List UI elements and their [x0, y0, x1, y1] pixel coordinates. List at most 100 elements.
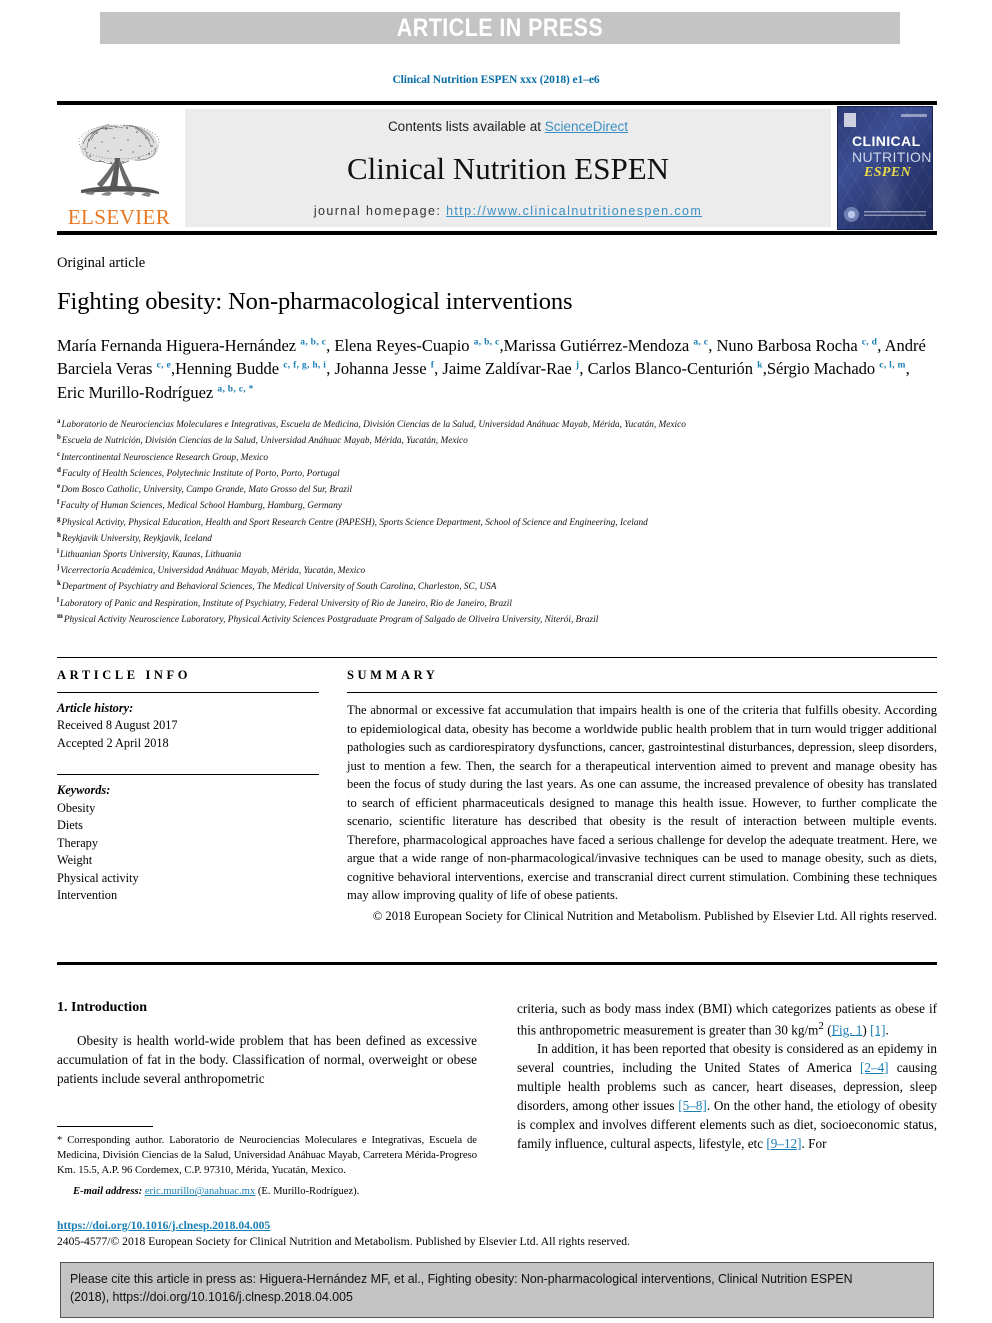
affiliation-text: Vicerrectoría Académica, Universidad Aná… [60, 566, 366, 577]
keyword-item: Physical activity [57, 870, 139, 885]
article-in-press-label: ARTICLE IN PRESS [396, 13, 604, 42]
author-affiliation-marks: a, b, c [300, 337, 327, 348]
affiliation-marker: a [57, 417, 61, 426]
affiliation-marker: j [57, 563, 60, 572]
reference-link-5-8[interactable]: [5–8] [678, 1098, 707, 1113]
contents-lists-prefix: Contents lists available at [387, 119, 545, 134]
affiliation-marker: k [57, 579, 61, 588]
reference-link-2-4[interactable]: [2–4] [860, 1060, 889, 1075]
intro-right-text-d: . [885, 1022, 889, 1038]
keywords-label: Keywords: [57, 783, 111, 798]
article-type-label: Original article [57, 255, 146, 271]
affiliation-item: jVicerrectoría Académica, Universidad An… [57, 562, 937, 578]
intro-paragraph-right-2: In addition, it has been reported that o… [517, 1040, 937, 1153]
intro-paragraph-left: Obesity is health world-wide problem tha… [57, 1033, 477, 1086]
affiliation-item: fFaculty of Human Sciences, Medical Scho… [57, 497, 937, 513]
cite-line-1: Please cite this article in press as: Hi… [70, 1271, 853, 1286]
intro-paragraph-right-1: criteria, such as body mass index (BMI) … [517, 1000, 937, 1040]
keyword-item: Diets [57, 818, 83, 833]
footnote-star-marker: * [57, 1135, 63, 1146]
affiliation-text: Intercontinental Neuroscience Research G… [61, 452, 269, 463]
figure-1-link[interactable]: Fig. 1 [832, 1022, 863, 1037]
article-header: Original article Fighting obesity: Non-p… [57, 255, 937, 629]
author-name: Elena Reyes-Cuapio [334, 336, 474, 355]
footnote-text: * Corresponding author. Laboratorio de N… [57, 1134, 477, 1178]
cover-badge-icon [844, 113, 856, 127]
article-in-press-banner: ARTICLE IN PRESS [100, 12, 900, 44]
author-affiliation-marks: a, b, c, * [217, 384, 254, 395]
footnote-address: Corresponding author. Laboratorio de Neu… [57, 1135, 477, 1176]
article-history-label: Article history: [57, 701, 134, 715]
author-name: Sérgio Machado [766, 359, 880, 379]
article-info-heading: ARTICLE INFO [57, 668, 192, 682]
author-affiliation-marks: a, b, c [473, 337, 500, 348]
affiliation-text: Faculty of Human Sciences, Medical Schoo… [60, 501, 342, 512]
reference-link-1[interactable]: [1] [870, 1022, 885, 1037]
masthead-center-panel: Contents lists available at ScienceDirec… [185, 109, 831, 227]
contents-lists-line: Contents lists available at ScienceDirec… [388, 119, 628, 134]
affiliation-text: Department of Psychiatry and Behavioral … [61, 582, 497, 593]
keyword-item: Obesity [57, 800, 96, 815]
affiliation-marker: h [57, 530, 61, 539]
author-affiliation-marks: a, c [693, 337, 709, 348]
affiliation-item: eDom Bosco Catholic, University, Campo G… [57, 481, 937, 497]
journal-masthead: ELSEVIER Contents lists available at Sci… [57, 101, 937, 235]
author-name: María Fernanda Higuera-Hernández [57, 336, 301, 355]
affiliation-text: Physical Activity Neuroscience Laborator… [63, 614, 599, 625]
author-affiliation-marks: c, f, g, h, i [283, 360, 327, 371]
cover-title-line1: CLINICAL [852, 133, 921, 149]
author-name: Johanna Jesse [334, 359, 431, 379]
affiliation-marker: e [57, 482, 61, 491]
journal-homepage-link[interactable]: http://www.clinicalnutritionespen.com [446, 204, 702, 218]
author-separator: , [905, 359, 910, 379]
author-affiliation-marks: c, e [156, 360, 171, 371]
body-right-column: criteria, such as body mass index (BMI) … [517, 1000, 937, 1153]
affiliation-text: Dom Bosco Catholic, University, Campo Gr… [61, 485, 353, 496]
keyword-item: Intervention [57, 888, 118, 903]
author-name: Jaime Zaldívar-Rae [442, 359, 576, 379]
author-separator: , [579, 359, 588, 379]
sciencedirect-link[interactable]: ScienceDirect [545, 119, 628, 134]
affiliation-marker: d [57, 465, 61, 474]
elsevier-logo: ELSEVIER [57, 105, 181, 231]
section-divider-rule [57, 962, 937, 965]
corresponding-author-email-link[interactable]: eric.murillo@anahuac.mx [145, 1186, 255, 1197]
affiliation-marker: c [57, 449, 61, 458]
cover-title-line3: ESPEN [864, 165, 912, 180]
article-accepted-date: Accepted 2 April 2018 [57, 735, 169, 750]
affiliation-text: Faculty of Health Sciences, Polytechnic … [61, 469, 340, 480]
keyword-item: Therapy [57, 835, 98, 850]
author-list: María Fernanda Higuera-Hernández a, b, c… [57, 334, 937, 404]
page-title: Fighting obesity: Non-pharmacological in… [57, 288, 573, 315]
author-name: Carlos Blanco-Centurión [587, 359, 758, 379]
affiliation-item: aLaboratorio de Neurociencias Moleculare… [57, 416, 937, 432]
affiliation-list: aLaboratorio de Neurociencias Moleculare… [57, 416, 937, 627]
reference-link-9-12[interactable]: [9–12] [766, 1136, 801, 1151]
doi-issn-block: https://doi.org/10.1016/j.clnesp.2018.04… [57, 1216, 937, 1250]
summary-column: SUMMARY The abnormal or excessive fat ac… [347, 668, 937, 925]
article-history-block: Article history: Received 8 August 2017 … [57, 693, 319, 752]
affiliation-text: Laboratorio de Neurociencias Moleculares… [61, 420, 686, 431]
affiliation-text: Physical Activity, Physical Education, H… [61, 517, 648, 528]
summary-copyright: © 2018 European Society for Clinical Nut… [372, 908, 937, 923]
doi-link[interactable]: https://doi.org/10.1016/j.clnesp.2018.04… [57, 1219, 270, 1232]
section-heading-introduction: 1. Introduction [57, 1000, 147, 1015]
email-address-label: E-mail address: [73, 1186, 143, 1198]
affiliation-text: Lithuanian Sports University, Kaunas, Li… [59, 550, 242, 561]
issn-copyright-line: 2405-4577/© 2018 European Society for Cl… [57, 1235, 630, 1249]
affiliation-item: dFaculty of Health Sciences, Polytechnic… [57, 465, 937, 481]
affiliation-marker: b [57, 433, 61, 442]
footnote-email-line: E-mail address: eric.murillo@anahuac.mx … [57, 1185, 477, 1200]
intro-right-text-c: ) [862, 1022, 871, 1038]
affiliation-text: Reykjavik University, Reykjavik, Iceland [61, 533, 212, 544]
elsevier-wordmark: ELSEVIER [67, 205, 171, 229]
cover-footer-text-block [864, 211, 926, 218]
author-name: Nuno Barbosa Rocha [716, 336, 862, 355]
summary-heading: SUMMARY [347, 668, 439, 682]
summary-text: The abnormal or excessive fat accumulati… [347, 703, 937, 902]
affiliation-item: kDepartment of Psychiatry and Behavioral… [57, 578, 937, 594]
affiliation-item: cIntercontinental Neuroscience Research … [57, 449, 937, 465]
cite-this-article-box: Please cite this article in press as: Hi… [60, 1262, 934, 1318]
affiliation-item: lLaboratory of Panic and Respiration, In… [57, 595, 937, 611]
column-gap [319, 668, 347, 925]
